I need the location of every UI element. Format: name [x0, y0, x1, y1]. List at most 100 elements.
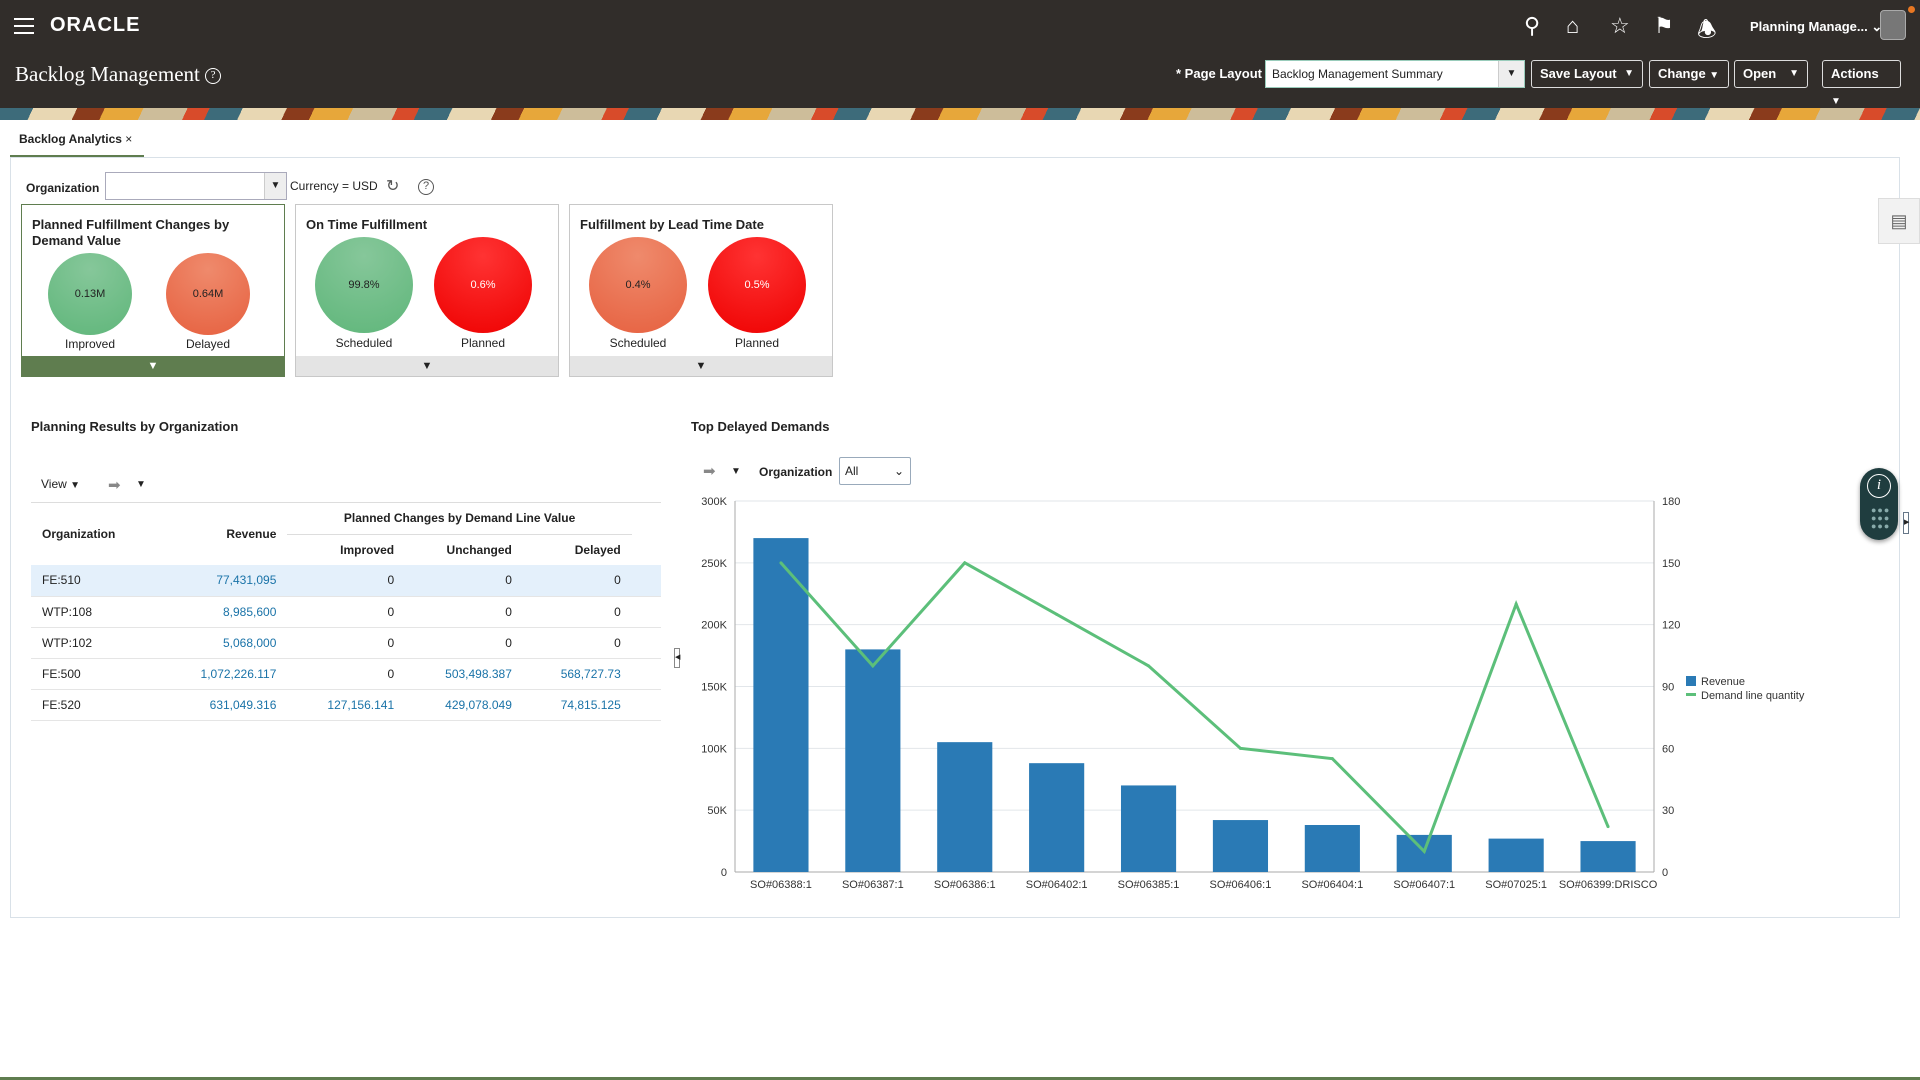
expand-button[interactable]: ▼ — [22, 356, 284, 376]
metric-bubble[interactable]: 0.5% — [708, 237, 806, 333]
x-tick-label: SO#06385:1 — [1118, 879, 1180, 891]
legend-revenue-label: Revenue — [1701, 676, 1745, 688]
bell-icon[interactable]: 🕭 — [1697, 13, 1717, 51]
improved-cell: 0 — [287, 596, 406, 628]
metric-label: Planned — [460, 336, 506, 350]
splitter-handle[interactable]: ▶ — [1903, 512, 1909, 534]
chevron-down-icon[interactable]: ▼ — [1789, 61, 1799, 87]
organization-select[interactable]: ▼ — [105, 172, 287, 200]
unchanged-cell[interactable]: 429,078.049 — [405, 689, 523, 721]
x-tick-label: SO#06386:1 — [934, 879, 996, 891]
metric-bubble[interactable]: 0.4% — [589, 237, 687, 333]
revenue-bar[interactable] — [1580, 841, 1636, 872]
user-menu[interactable]: Planning Manage... ⌄ — [1750, 19, 1882, 35]
info-icon[interactable]: i — [1867, 474, 1891, 498]
revenue-cell[interactable]: 77,431,095 — [157, 565, 288, 597]
col-improved[interactable]: Improved — [287, 534, 405, 565]
table-row[interactable]: FE:510 77,431,095 0 0 0 — [31, 565, 661, 597]
y-right-tick: 0 — [1662, 867, 1668, 879]
flag-icon[interactable]: ⚑ — [1654, 13, 1674, 39]
home-icon[interactable]: ⌂ — [1566, 13, 1579, 39]
delayed-cell: 0 — [522, 627, 632, 659]
assistant-widget[interactable]: i ●●● ●●● ●●● — [1860, 468, 1898, 540]
org-cell: FE:510 — [31, 565, 158, 597]
table-row[interactable]: FE:520 631,049.316 127,156.141 429,078.049 7… — [31, 689, 661, 721]
metric-bubble[interactable]: 99.8% — [315, 237, 413, 333]
chevron-down-icon[interactable]: ▼ — [731, 466, 741, 477]
revenue-bar[interactable] — [1120, 785, 1177, 872]
demand-quantity-point — [1606, 825, 1610, 829]
expand-button[interactable]: ▼ — [570, 356, 832, 376]
chevron-down-icon[interactable]: ▼ — [1624, 61, 1634, 87]
delayed-cell[interactable]: 568,727.73 — [522, 658, 632, 690]
metric-bubble[interactable]: 0.13M — [48, 253, 132, 335]
help-icon[interactable]: ? — [205, 68, 222, 85]
col-revenue[interactable]: Revenue — [158, 503, 288, 565]
card-on-time-fulfillment[interactable]: On Time Fulfillment 99.8% 0.6% Scheduled… — [295, 204, 559, 377]
side-panel-icon[interactable]: ▤ — [1878, 198, 1920, 244]
revenue-cell[interactable]: 5,068,000 — [157, 627, 288, 659]
improved-cell: 0 — [287, 658, 406, 690]
delayed-org-label: Organization — [759, 465, 833, 479]
revenue-bar[interactable] — [753, 538, 809, 872]
delayed-cell[interactable]: 74,815.125 — [522, 689, 632, 721]
delayed-cell: 0 — [522, 565, 632, 597]
actions-button[interactable]: Actions ▼ — [1822, 60, 1901, 107]
revenue-bar[interactable] — [1212, 820, 1269, 872]
improved-cell[interactable]: 127,156.141 — [287, 689, 406, 721]
tab-backlog-analytics[interactable]: Backlog Analytics × — [19, 132, 132, 146]
oracle-logo[interactable]: ORACLE — [50, 14, 140, 37]
demand-quantity-point — [1422, 849, 1426, 853]
expand-button[interactable]: ▼ — [296, 356, 558, 376]
chevron-down-icon[interactable]: ▼ — [136, 479, 146, 490]
table-row[interactable]: FE:500 1,072,226.117 0 503,498.387 568,727.7… — [31, 658, 661, 690]
y-right-tick: 180 — [1662, 496, 1680, 508]
revenue-cell[interactable]: 631,049.316 — [157, 689, 288, 721]
demand-quantity-point — [1330, 757, 1334, 761]
save-layout-button[interactable]: Save Layout ▼ — [1531, 60, 1643, 88]
page-layout-label: * Page Layout — [1176, 66, 1262, 81]
avatar[interactable] — [1880, 10, 1906, 40]
view-menu[interactable]: View ▼ — [41, 477, 80, 491]
table-row[interactable]: WTP:102 5,068,000 0 0 0 — [31, 627, 661, 659]
unchanged-cell: 0 — [405, 596, 523, 628]
planning-results-table: Organization Revenue Planned Changes by De… — [31, 503, 661, 721]
demand-quantity-point — [1514, 602, 1518, 606]
chevron-down-icon[interactable]: ▼ — [264, 173, 286, 199]
revenue-bar[interactable] — [1304, 825, 1360, 872]
revenue-cell[interactable]: 1,072,226.117 — [157, 658, 288, 690]
metric-bubble[interactable]: 0.64M — [166, 253, 250, 335]
go-icon[interactable]: ➡ — [703, 462, 716, 480]
y-left-tick: 50K — [707, 805, 727, 817]
card-planned-fulfillment[interactable]: Planned Fulfillment Changes by Demand Va… — [21, 204, 285, 377]
open-button[interactable]: Open ▼ — [1734, 60, 1808, 88]
revenue-bar[interactable] — [1029, 763, 1085, 872]
col-organization[interactable]: Organization — [31, 503, 158, 565]
refresh-icon[interactable]: ↻ — [386, 176, 399, 196]
improved-cell: 0 — [287, 565, 406, 597]
col-unchanged[interactable]: Unchanged — [405, 534, 523, 565]
unchanged-cell[interactable]: 503,498.387 — [405, 658, 523, 690]
close-icon[interactable]: × — [125, 132, 132, 146]
metric-label: Scheduled — [335, 336, 393, 350]
revenue-cell[interactable]: 8,985,600 — [157, 596, 288, 628]
card-fulfillment-lead-time[interactable]: Fulfillment by Lead Time Date 0.4% 0.5% … — [569, 204, 833, 377]
page-layout-value: Backlog Management Summary — [1272, 67, 1443, 81]
change-button[interactable]: Change ▼ — [1649, 60, 1729, 88]
delayed-cell: 0 — [522, 596, 632, 628]
chevron-down-icon[interactable]: ▼ — [1498, 61, 1524, 87]
menu-icon[interactable] — [14, 18, 34, 34]
table-row[interactable]: WTP:108 8,985,600 0 0 0 — [31, 596, 661, 628]
revenue-bar[interactable] — [1488, 838, 1544, 872]
page-layout-select[interactable]: Backlog Management Summary ▼ — [1265, 60, 1525, 88]
search-icon[interactable]: ⚲ — [1524, 13, 1540, 39]
star-icon[interactable]: ☆ — [1610, 13, 1630, 39]
metric-bubble[interactable]: 0.6% — [434, 237, 532, 333]
revenue-bar[interactable] — [937, 742, 993, 872]
help-icon[interactable]: ? — [418, 178, 434, 196]
go-icon[interactable]: ➡ — [108, 476, 121, 494]
revenue-bar[interactable] — [845, 649, 901, 872]
col-delayed[interactable]: Delayed — [523, 534, 632, 565]
grid-icon[interactable]: ●●● ●●● ●●● — [1871, 506, 1890, 531]
top-delayed-title: Top Delayed Demands — [691, 419, 830, 434]
